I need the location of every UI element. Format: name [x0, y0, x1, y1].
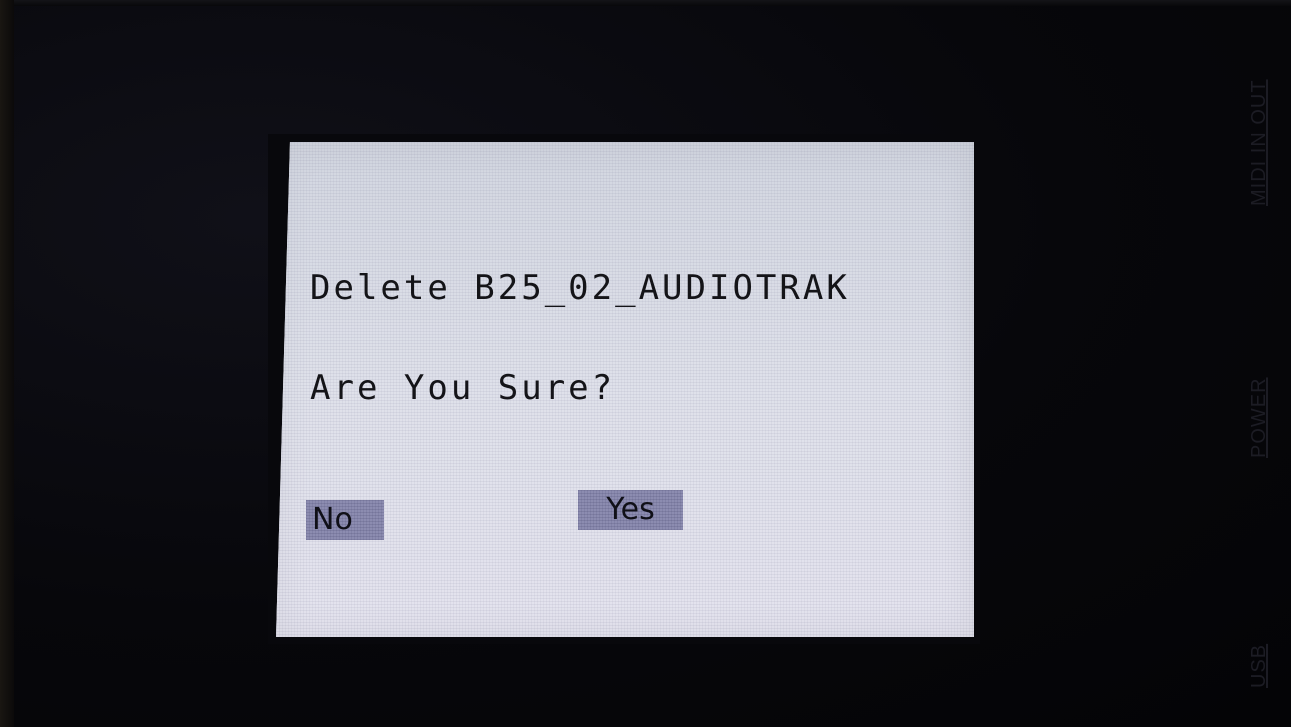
device-top-edge — [0, 0, 1291, 6]
lcd-screen: Delete B25_02_AUDIOTRAK Are You Sure? No… — [276, 142, 974, 637]
confirm-question: Are You Sure? — [310, 368, 616, 408]
device-left-edge — [0, 0, 14, 727]
device-body: MIDI IN OUT POWER USB Delete B25_02_AUDI… — [0, 0, 1291, 727]
no-button[interactable]: No — [306, 500, 384, 540]
midi-in-out-label: MIDI IN OUT — [1248, 79, 1270, 206]
delete-message: Delete B25_02_AUDIOTRAK — [310, 268, 850, 308]
power-label: POWER — [1248, 377, 1270, 458]
usb-label: USB — [1248, 643, 1270, 688]
yes-button[interactable]: Yes — [578, 490, 683, 530]
